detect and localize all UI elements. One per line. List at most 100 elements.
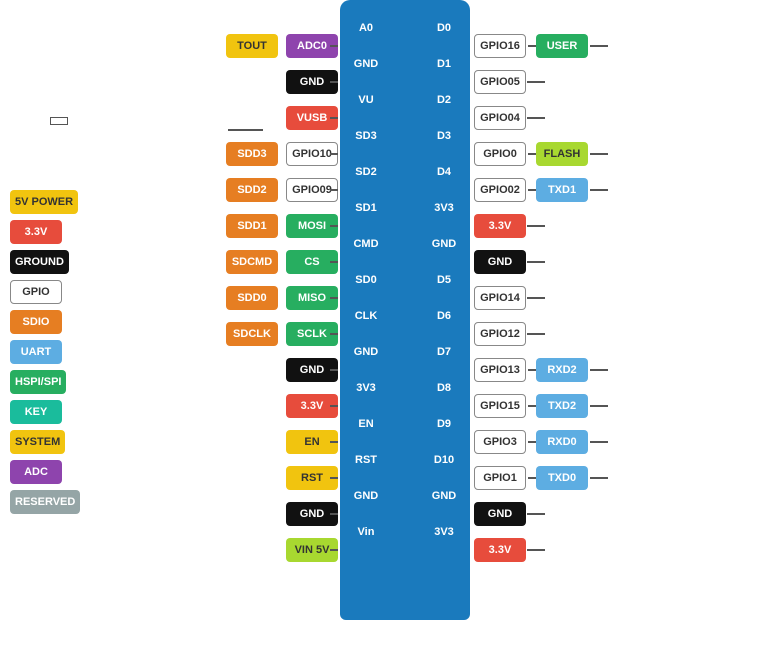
right-pin-label-11: D9: [424, 418, 464, 430]
right-end-line-9: [590, 369, 608, 371]
left-pin-label-11: EN: [346, 418, 386, 430]
pin-row-7: SD0D5: [340, 262, 470, 298]
right-pin-label-9: D7: [424, 346, 464, 358]
left-pin-label-5: SD1: [346, 202, 386, 214]
right-pin-label-6: GND: [424, 238, 464, 250]
legend-item-5: UART: [10, 340, 80, 364]
right-line-12: [528, 477, 536, 479]
right-pin-label-0: D0: [424, 22, 464, 34]
left-pin-label-14: Vin: [346, 526, 386, 538]
left-line-7: [330, 297, 338, 299]
chip-sdd0: SDD0: [226, 286, 278, 310]
left-pin-label-9: GND: [346, 346, 386, 358]
chip-ground: GROUND: [10, 250, 69, 274]
left-line-5: [330, 225, 338, 227]
left-pin-label-12: RST: [346, 454, 386, 466]
right-pin-label-12: D10: [424, 454, 464, 466]
pin-row-12: RST D10: [340, 442, 470, 478]
pin-row-5: SD13V3: [340, 190, 470, 226]
left-line-4: [330, 189, 338, 191]
right-pin-label-13: GND: [424, 490, 464, 502]
chip-gpio05: GPIO05: [474, 70, 526, 94]
pin-row-13: GND GND: [340, 478, 470, 514]
left-pin-label-2: VU: [346, 94, 386, 106]
chip-system: SYSTEM: [10, 430, 65, 454]
pin-row-3: SD3D3: [340, 118, 470, 154]
right-end-only-2: [527, 117, 545, 119]
chip-gpio02: GPIO02: [474, 178, 526, 202]
right-pin-label-2: D2: [424, 94, 464, 106]
right-end-line-0: [590, 45, 608, 47]
chip-gpio14: GPIO14: [474, 286, 526, 310]
left-line-10: [330, 405, 338, 407]
chip-user: USER: [536, 34, 588, 58]
chip-gnd: GND: [474, 502, 526, 526]
chip-gnd: GND: [474, 250, 526, 274]
pin-row-14: Vin 3V3: [340, 514, 470, 550]
legend-item-2: GROUND: [10, 250, 80, 274]
right-end-line-3: [590, 153, 608, 155]
right-line-10: [528, 405, 536, 407]
right-line-9: [528, 369, 536, 371]
right-line-0: [528, 45, 536, 47]
right-pin-label-10: D8: [424, 382, 464, 394]
right-pin-label-4: D4: [424, 166, 464, 178]
chip-gpio0: GPIO0: [474, 142, 526, 166]
pin-row-8: CLKD6: [340, 298, 470, 334]
chip-uart: UART: [10, 340, 62, 364]
pin-row-1: GND D1: [340, 46, 470, 82]
legend-item-3: GPIO: [10, 280, 80, 304]
left-line-12: [330, 477, 338, 479]
chip-flash: FLASH: [536, 142, 588, 166]
chip-3.3v: 3.3V: [10, 220, 62, 244]
right-end-line-11: [590, 441, 608, 443]
right-end-line-12: [590, 477, 608, 479]
pin-row-0: A0 D0: [340, 10, 470, 46]
chip-rxd0: RXD0: [536, 430, 588, 454]
right-pin-label-14: 3V3: [424, 526, 464, 538]
pin-row-9: GND D7: [340, 334, 470, 370]
left-pin-label-1: GND: [346, 58, 386, 70]
left-line-8: [330, 333, 338, 335]
left-pin-label-3: SD3: [346, 130, 386, 142]
left-pin-label-7: SD0: [346, 274, 386, 286]
left-pin-label-0: A0: [346, 22, 386, 34]
chip-hspi/spi: HSPI/SPI: [10, 370, 66, 394]
right-end-only-5: [527, 225, 545, 227]
left-pin-label-13: GND: [346, 490, 386, 502]
left-line-11: [330, 441, 338, 443]
legend-item-6: HSPI/SPI: [10, 370, 80, 394]
chip-sdd2: SDD2: [226, 178, 278, 202]
right-pin-label-1: D1: [424, 58, 464, 70]
chip-gpio1: GPIO1: [474, 466, 526, 490]
right-end-only-6: [527, 261, 545, 263]
legend: 5V POWER3.3VGROUNDGPIOSDIOUARTHSPI/SPIKE…: [10, 190, 80, 514]
chip-txd2: TXD2: [536, 394, 588, 418]
chip-key: KEY: [10, 400, 62, 424]
right-end-line-10: [590, 405, 608, 407]
left-pin-label-10: 3V3: [346, 382, 386, 394]
legend-item-9: ADC: [10, 460, 80, 484]
main-container: A0D0GNDD1VUD2SD3D3SD2D4SD13V3CMDGNDSD0D5…: [0, 0, 775, 660]
left-line-3: [330, 153, 338, 155]
chip-reserved: RESERVED: [10, 490, 80, 514]
left-line-0: [330, 45, 338, 47]
chip-txd0: TXD0: [536, 466, 588, 490]
legend-item-0: 5V POWER: [10, 190, 80, 214]
right-end-only-13: [527, 513, 545, 515]
chip-tout: TOUT: [226, 34, 278, 58]
pin-row-10: 3V3 D8: [340, 370, 470, 406]
chip-gpio: GPIO: [10, 280, 62, 304]
right-line-11: [528, 441, 536, 443]
chip-sdd3: SDD3: [226, 142, 278, 166]
chip-gpio13: GPIO13: [474, 358, 526, 382]
legend-item-10: RESERVED: [10, 490, 80, 514]
pin-row-6: CMDGND: [340, 226, 470, 262]
left-line-1: [330, 81, 338, 83]
right-end-only-14: [527, 549, 545, 551]
chip-5v-power: 5V POWER: [10, 190, 78, 214]
legend-item-7: KEY: [10, 400, 80, 424]
left-line-9: [330, 369, 338, 371]
left-line-13: [330, 513, 338, 515]
chip-3.3v: 3.3V: [474, 214, 526, 238]
